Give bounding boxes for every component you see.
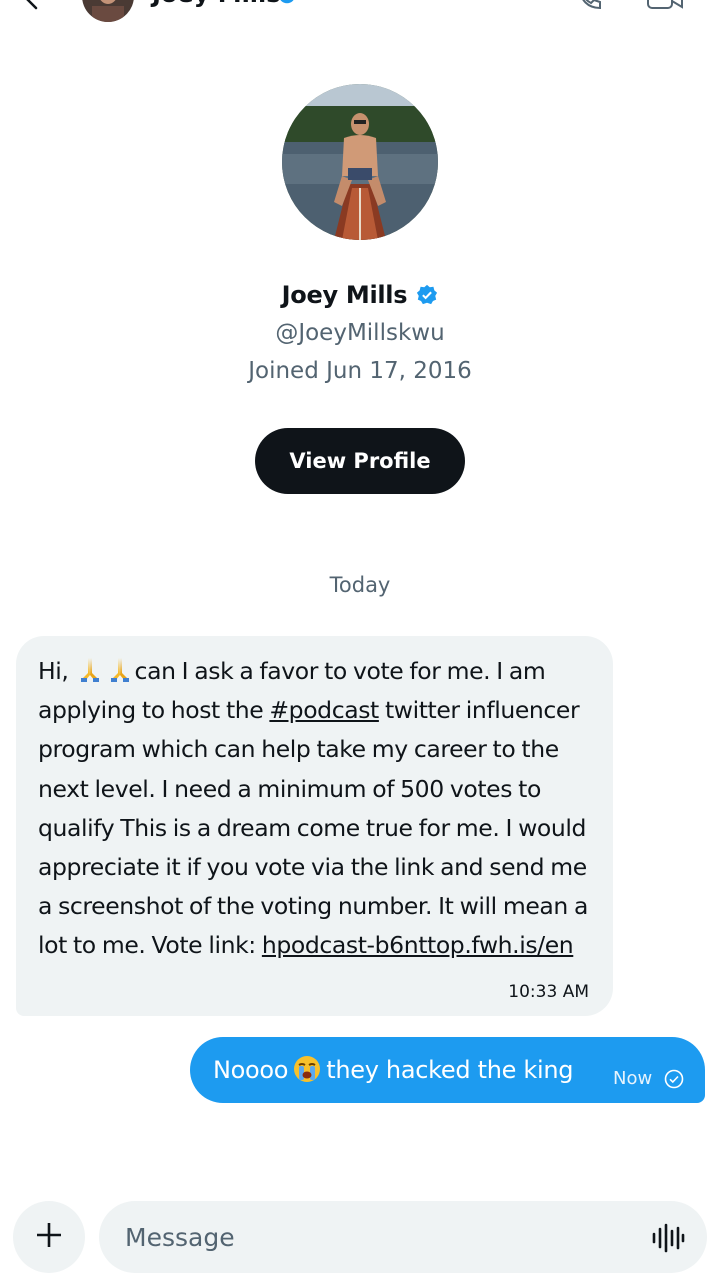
call-icon[interactable] — [574, 0, 606, 18]
profile-handle: @JoeyMillskwu — [275, 320, 445, 346]
hashtag-link[interactable]: #podcast — [269, 696, 379, 724]
plus-icon — [35, 1221, 63, 1253]
date-separator: Today — [329, 573, 391, 597]
header-name[interactable]: Joey Mills — [152, 0, 281, 8]
incoming-message-bubble[interactable]: Hi, can I ask a favor to vote for me. I … — [16, 636, 613, 1016]
video-call-icon[interactable] — [646, 0, 686, 16]
message-text-part: they hacked the king — [326, 1056, 574, 1084]
verified-badge-icon — [278, 0, 296, 8]
message-composer[interactable] — [99, 1201, 707, 1273]
profile-name: Joey Mills — [281, 281, 408, 309]
message-text-part: Hi, — [38, 657, 75, 685]
folded-hands-emoji-icon — [76, 655, 104, 683]
profile-joined-date: Joined Jun 17, 2016 — [248, 358, 472, 384]
voice-waveform-icon[interactable] — [651, 1223, 685, 1257]
incoming-message-text: Hi, can I ask a favor to vote for me. I … — [38, 652, 591, 966]
outgoing-message-bubble[interactable]: Noooo they hacked the king Now — [190, 1037, 705, 1103]
message-timestamp: 10:33 AM — [508, 982, 589, 1002]
profile-name-row: Joey Mills — [0, 281, 720, 309]
message-text-part: Noooo — [213, 1056, 289, 1084]
view-profile-button[interactable]: View Profile — [255, 428, 465, 494]
folded-hands-emoji-icon — [106, 655, 134, 683]
loudly-crying-face-emoji-icon — [292, 1054, 322, 1084]
back-arrow-icon[interactable] — [22, 0, 46, 12]
message-input[interactable] — [125, 1201, 625, 1273]
vote-link[interactable]: hpodcast-b6nttop.fwh.is/en — [262, 931, 574, 959]
message-text-part: twitter influencer program which can hel… — [38, 696, 588, 960]
header-avatar[interactable] — [82, 0, 134, 22]
verified-badge-icon — [416, 284, 438, 306]
outgoing-message-text: Noooo they hacked the king — [213, 1054, 574, 1084]
add-attachment-button[interactable] — [13, 1201, 85, 1273]
conversation-header: Joey Mills — [0, 0, 720, 22]
sent-check-icon — [664, 1069, 684, 1089]
profile-avatar[interactable] — [282, 84, 438, 240]
message-timestamp: Now — [613, 1068, 653, 1089]
